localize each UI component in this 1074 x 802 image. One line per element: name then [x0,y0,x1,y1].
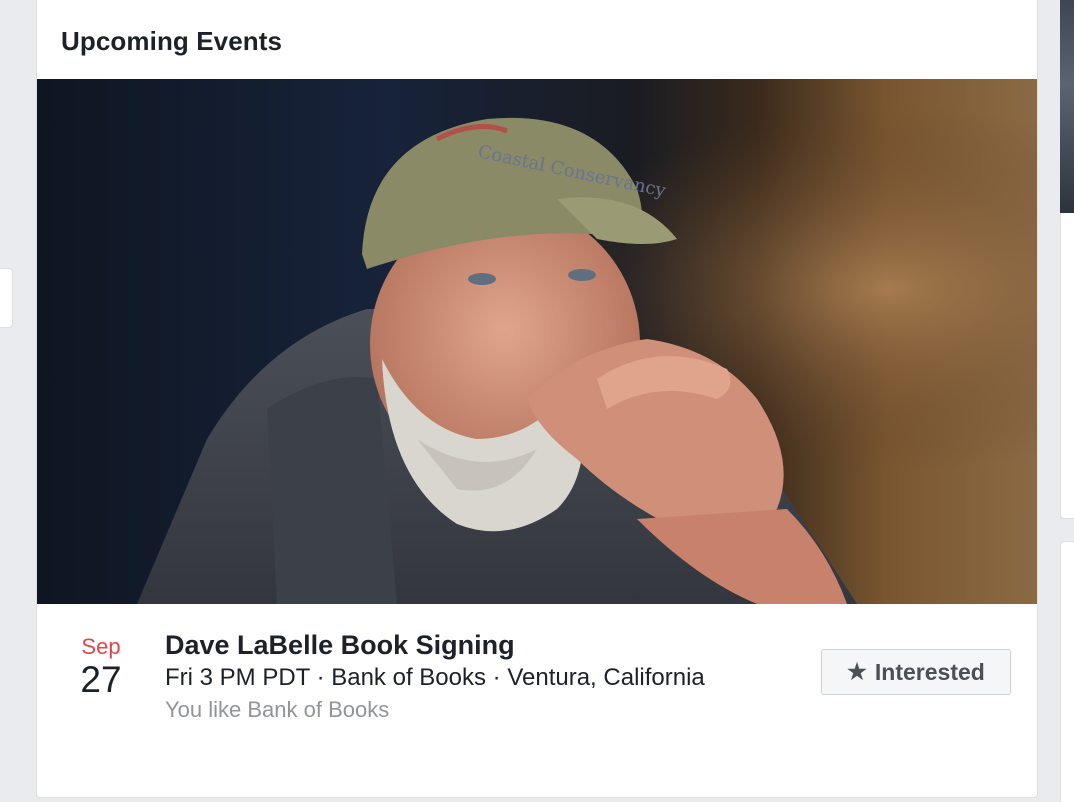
event-title-link[interactable]: Dave LaBelle Book Signing [165,628,705,662]
event-date: Sep 27 [67,634,135,700]
card-header: Upcoming Events [37,0,1037,79]
interested-button[interactable]: ★ Interested [821,649,1011,695]
event-date-day: 27 [80,659,122,700]
event-row: Sep 27 Dave LaBelle Book Signing Fri 3 P… [37,604,1037,744]
event-date-month: Sep [81,634,121,659]
event-meta: Fri 3 PM PDT · Bank of Books · Ventura, … [165,664,705,691]
right-column-card-edge-lower [1060,541,1074,802]
upcoming-events-card: Upcoming Events Coastal Conservancy Sep … [36,0,1038,798]
event-info: Dave LaBelle Book Signing Fri 3 PM PDT ·… [165,628,705,726]
card-title[interactable]: Upcoming Events [61,26,282,57]
event-social-context: You like Bank of Books [165,697,390,722]
right-column-photo-edge [1060,0,1074,213]
interested-label: Interested [874,658,985,685]
event-cover-photo[interactable]: Coastal Conservancy [37,79,1037,604]
star-icon: ★ [847,659,867,684]
left-column-card-edge [0,268,13,328]
